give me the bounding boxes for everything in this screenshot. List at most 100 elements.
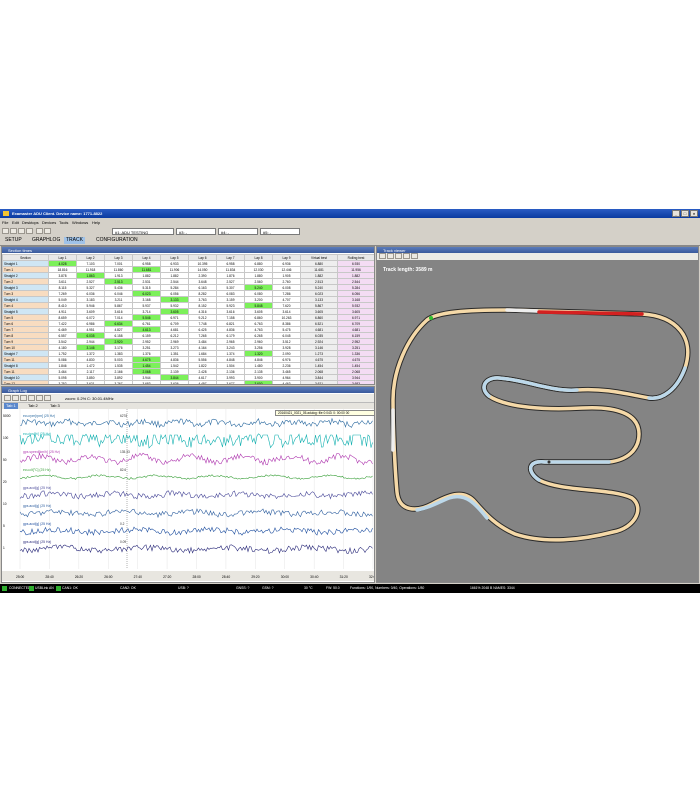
menu-desktops[interactable]: Desktops bbox=[22, 220, 39, 225]
play-icon[interactable] bbox=[4, 395, 11, 401]
window-title: Examaster ADU Client. Device name: 1771-… bbox=[12, 211, 103, 216]
track-gear-icon[interactable] bbox=[411, 253, 418, 259]
time-tick-label: 30:00 bbox=[281, 575, 289, 579]
section-times-table: Section Lap 1 Lap 2 Lap 3 Lap 4 Lap 5 Lap 6 Lap… bbox=[2, 254, 374, 384]
status-bar: CONNECTED USBLink AN CAN1: OK CAN2: OK U… bbox=[0, 584, 700, 593]
export-icon[interactable] bbox=[44, 395, 51, 401]
menu-devices[interactable]: Devices bbox=[42, 220, 56, 225]
y-axis-label: 1 bbox=[3, 546, 5, 550]
connected-led-icon bbox=[2, 586, 7, 591]
time-cell: 4.497 bbox=[188, 380, 217, 384]
channel-value: 82.6 bbox=[120, 468, 126, 472]
time-tick-label: 29:20 bbox=[251, 575, 259, 579]
slot-select-3[interactable]: #4: - bbox=[218, 228, 258, 235]
tab-setup[interactable]: SETUP bbox=[3, 237, 24, 244]
save-icon[interactable] bbox=[18, 228, 25, 234]
zoom-in-icon[interactable] bbox=[12, 395, 19, 401]
time-cell: 3.752 bbox=[48, 380, 77, 384]
time-cell: 3.767 bbox=[104, 380, 133, 384]
time-tick-label: 31:20 bbox=[340, 575, 348, 579]
time-tick-label: 27:20 bbox=[163, 575, 171, 579]
status-can1: CAN1: OK bbox=[62, 586, 78, 590]
channel-value: 0.09 bbox=[120, 540, 126, 544]
status-can2: CAN2: OK bbox=[120, 586, 136, 590]
usb-led-icon bbox=[29, 586, 34, 591]
channel-value: 6278 bbox=[120, 414, 127, 418]
time-tick-label: 25:00 bbox=[16, 575, 24, 579]
car-position-marker bbox=[547, 460, 551, 464]
graph-log-panel: Graph Log zoom: 0.2% C: 30.01.4MHz Tab 1… bbox=[1, 386, 375, 583]
y-axis-label: 5 bbox=[3, 524, 5, 528]
channel-label: gps.accl[g] (25 Hz) bbox=[23, 486, 51, 490]
tab-track[interactable]: TRACK bbox=[64, 237, 85, 244]
time-cell: 4.463 bbox=[272, 380, 301, 384]
y-axis-label: 20 bbox=[3, 480, 7, 484]
track-pen-icon[interactable] bbox=[395, 253, 402, 259]
track-outline bbox=[390, 307, 691, 543]
track-toolbar bbox=[377, 253, 698, 260]
time-tick-label: 27:40 bbox=[134, 575, 142, 579]
cursor-label: C: 30.01.4MHz bbox=[87, 396, 114, 401]
tab-configuration[interactable]: CONFIGURATION bbox=[94, 237, 140, 244]
can1-led-icon bbox=[56, 586, 61, 591]
time-tick-label: 28:40 bbox=[45, 575, 53, 579]
channel-label: ecu.tps[%] (25 Hz) bbox=[23, 432, 51, 436]
graph-area[interactable]: ecu.rpm[rpm] (25 Hz) 6278 ecu.tps[%] (25 H… bbox=[2, 409, 374, 582]
status-connected: CONNECTED bbox=[9, 586, 31, 590]
cursor-icon[interactable] bbox=[36, 395, 43, 401]
refresh-icon[interactable] bbox=[44, 228, 51, 234]
track-select-icon[interactable] bbox=[379, 253, 386, 259]
graph-log-header: Graph Log bbox=[2, 387, 374, 393]
menu-bar: File Edit Desktops Devices Tools Windows… bbox=[0, 219, 700, 226]
track-viewer-panel: Track viewer Track length: 3589 m bbox=[376, 246, 699, 583]
section-name-cell: Turn 12 bbox=[2, 380, 49, 384]
time-tick-label: 30:40 bbox=[310, 575, 318, 579]
time-tick-label: 28:40 bbox=[222, 575, 230, 579]
time-tick-label: 28:00 bbox=[193, 575, 201, 579]
menu-tools[interactable]: Tools bbox=[59, 220, 68, 225]
time-tick-label: 32:00 bbox=[369, 575, 374, 579]
start-finish-marker bbox=[429, 316, 433, 320]
app-icon bbox=[3, 211, 9, 216]
channel-label: gps.accl[g] (25 Hz) bbox=[23, 540, 51, 544]
toolbar: #1: ADU TESTING #3: - #4: - #5: - bbox=[0, 227, 700, 236]
track-map[interactable] bbox=[377, 260, 698, 582]
connect-icon[interactable] bbox=[36, 228, 43, 234]
device-select[interactable]: #1: ADU TESTING bbox=[112, 228, 174, 235]
open-icon[interactable] bbox=[10, 228, 17, 234]
track-flag-icon[interactable] bbox=[403, 253, 410, 259]
track-fast-section-5 bbox=[505, 308, 539, 313]
tab-graphlog[interactable]: GRAPHLOG bbox=[30, 237, 62, 244]
settings-icon[interactable] bbox=[26, 228, 33, 234]
track-highlight-section bbox=[537, 310, 644, 316]
menu-file[interactable]: File bbox=[2, 220, 8, 225]
table-row[interactable]: Turn 12 3.752 3.621 3.767 3.683 3.636 4.497 3.6… bbox=[2, 380, 374, 384]
graph-tooltip: 20160421_0021_05.adulog: file 0:043: 0: … bbox=[275, 410, 374, 416]
channel-value: 0.2 bbox=[120, 522, 125, 526]
section-times-panel: Section times Section Lap 1 Lap 2 Lap 3 Lap … bbox=[1, 246, 375, 385]
menu-edit[interactable]: Edit bbox=[12, 220, 19, 225]
main-tabs: SETUP GRAPHLOG TRACK CONFIGURATION bbox=[0, 236, 700, 246]
zoom-out-icon[interactable] bbox=[20, 395, 27, 401]
channel-value: 135.33 bbox=[120, 450, 130, 454]
slot-select-4[interactable]: #5: - bbox=[260, 228, 300, 235]
y-axis-label: 10 bbox=[3, 502, 7, 506]
status-usb: USB: ? bbox=[178, 586, 189, 590]
slot-select-2[interactable]: #3: - bbox=[176, 228, 216, 235]
menu-windows[interactable]: Windows bbox=[72, 220, 88, 225]
menu-help[interactable]: Help bbox=[92, 220, 100, 225]
minimize-button[interactable]: _ bbox=[672, 210, 680, 217]
track-slow-section bbox=[391, 308, 690, 542]
time-tick-label: 26:00 bbox=[104, 575, 112, 579]
status-temperature: 30 °C bbox=[304, 586, 313, 590]
close-button[interactable]: × bbox=[690, 210, 698, 217]
new-icon[interactable] bbox=[2, 228, 9, 234]
y-axis-label: 50 bbox=[3, 458, 7, 462]
maximize-button[interactable]: □ bbox=[681, 210, 689, 217]
time-cell: 3.621 bbox=[76, 380, 105, 384]
time-cell: 3.636 bbox=[160, 380, 189, 384]
section-times-header: Section times bbox=[2, 247, 374, 253]
track-zoom-icon[interactable] bbox=[387, 253, 394, 259]
fit-icon[interactable] bbox=[28, 395, 35, 401]
status-firmware: FW: 50.0 bbox=[326, 586, 340, 590]
